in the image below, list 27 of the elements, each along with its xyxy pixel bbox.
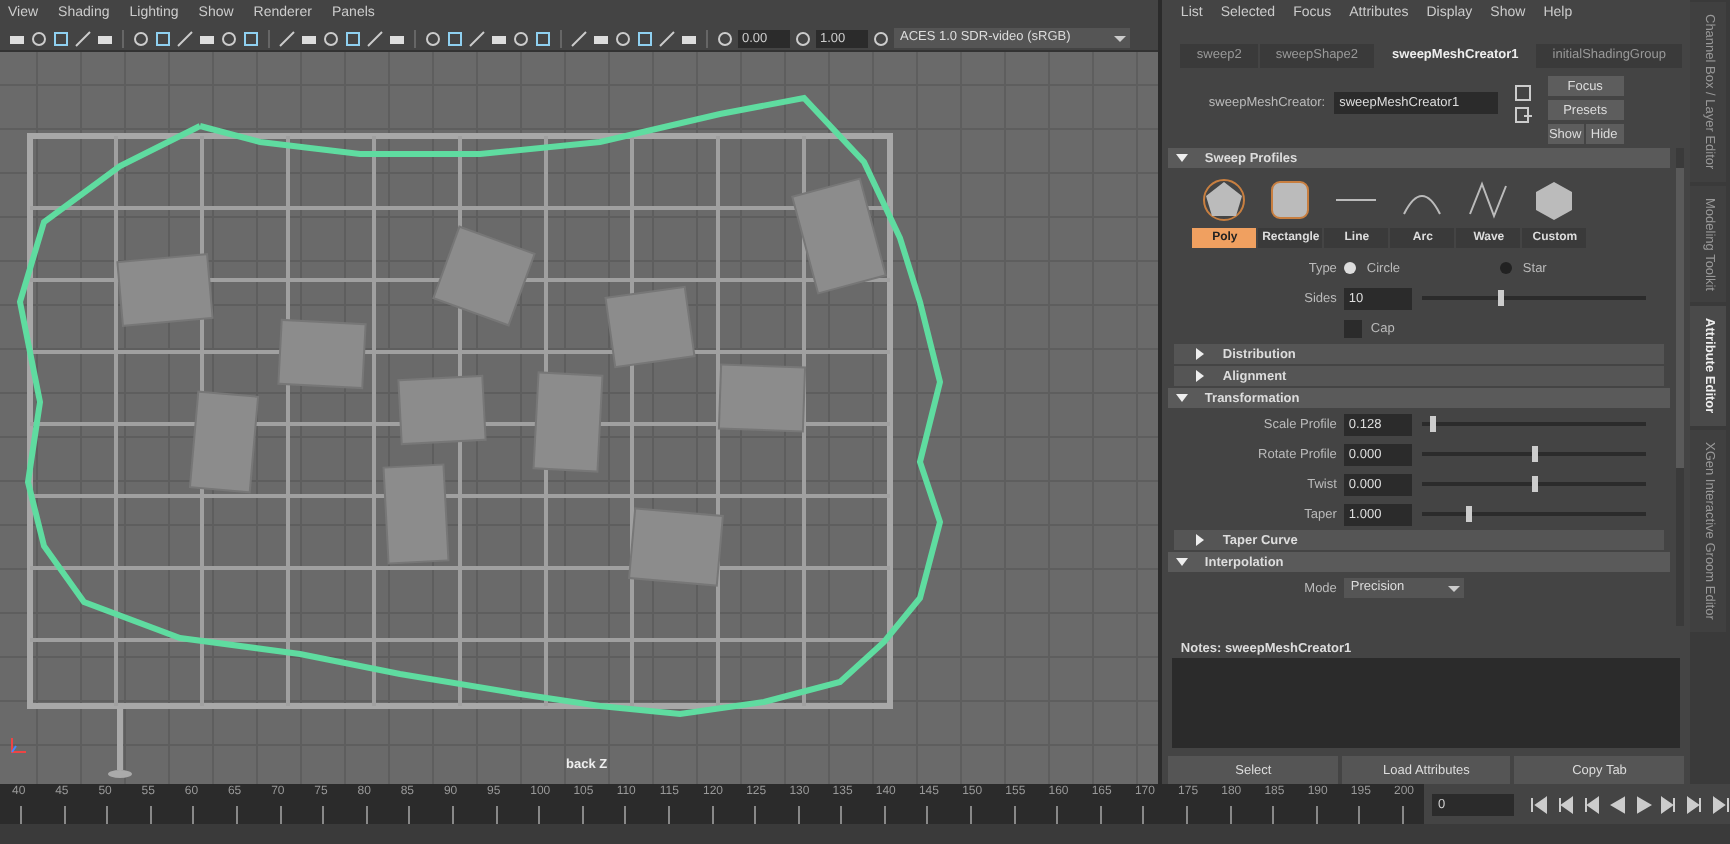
slider-thumb[interactable] (1532, 446, 1539, 462)
toolbar-icon[interactable] (872, 29, 890, 47)
profile-icon[interactable] (1466, 178, 1511, 222)
profile-icon[interactable] (1532, 178, 1577, 222)
profile-icon[interactable] (1202, 178, 1247, 222)
playback-icon[interactable] (1556, 795, 1574, 813)
expand-arrow-icon (1194, 534, 1207, 546)
collapse-arrow-icon (1176, 556, 1189, 568)
range-slider-bar[interactable] (0, 824, 1730, 844)
checkbox[interactable] (1344, 319, 1363, 337)
playback-icon[interactable] (1660, 795, 1678, 813)
notes-field[interactable] (1172, 658, 1680, 748)
slider-thumb[interactable] (1497, 290, 1503, 306)
toolbar-icon[interactable] (794, 29, 812, 47)
collapse-arrow-icon (1176, 392, 1189, 404)
playback-icon[interactable] (1582, 795, 1600, 813)
playback-icon[interactable] (1686, 795, 1704, 813)
slider-thumb[interactable] (1429, 416, 1436, 432)
playback-icon[interactable] (1712, 795, 1730, 813)
radio-button[interactable] (1500, 262, 1513, 274)
axis-icon (8, 736, 28, 756)
collapse-arrow-icon (1176, 152, 1189, 164)
profile-icon[interactable] (1268, 178, 1313, 222)
slider-thumb[interactable] (1465, 506, 1472, 522)
slider-thumb[interactable] (1532, 476, 1539, 492)
radio-button[interactable] (1344, 262, 1357, 274)
playback-icon[interactable] (1530, 795, 1548, 813)
